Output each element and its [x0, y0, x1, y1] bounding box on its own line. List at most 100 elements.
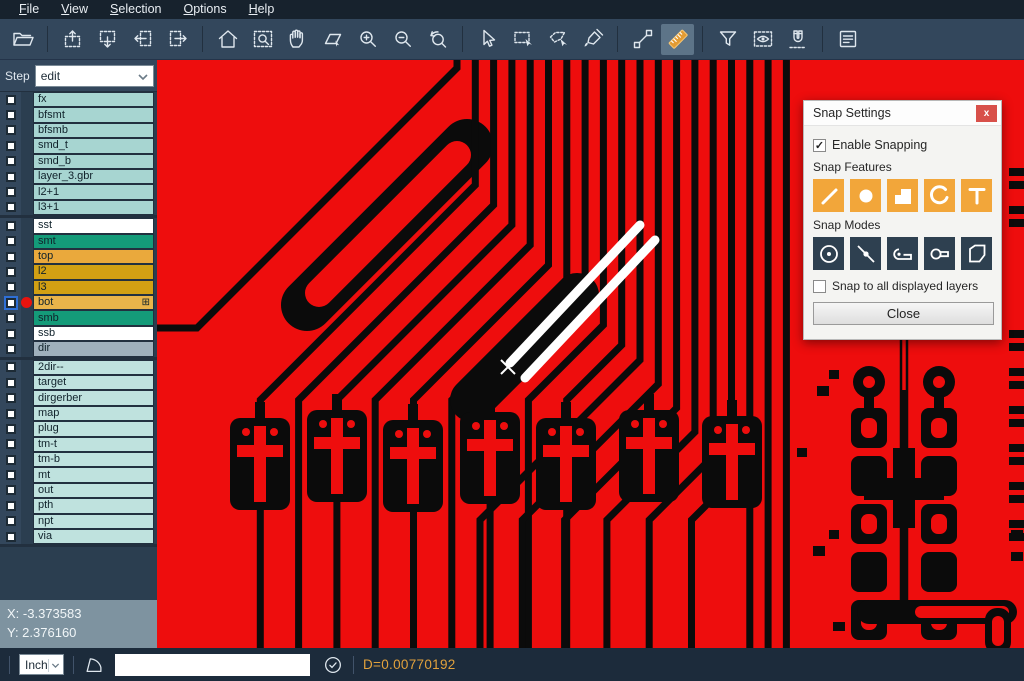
layer-name[interactable]: via ⊞ [33, 529, 154, 544]
layer-name[interactable]: target ⊞ [33, 375, 154, 390]
layer-row[interactable]: npt ⊞ [0, 514, 157, 529]
layer-row[interactable]: dirgerber ⊞ [0, 390, 157, 405]
layer-row[interactable]: target ⊞ [0, 375, 157, 390]
layer-name[interactable]: tm-b ⊞ [33, 452, 154, 467]
report-icon[interactable] [831, 24, 864, 55]
layer-name[interactable]: out ⊞ [33, 483, 154, 498]
layer-row[interactable]: dir ⊞ [0, 341, 157, 356]
open-folder-icon[interactable] [6, 24, 39, 55]
layer-visibility-checkbox[interactable] [6, 110, 16, 120]
select-polygon-icon[interactable] [541, 24, 574, 55]
layer-name[interactable]: smb ⊞ [33, 310, 154, 325]
snap-feature-arc-icon[interactable] [924, 179, 955, 212]
layer-visibility-checkbox[interactable] [6, 455, 16, 465]
layer-name[interactable]: l3 ⊞ [33, 280, 154, 295]
layer-visibility-checkbox[interactable] [6, 267, 16, 277]
layer-visibility-checkbox[interactable] [6, 344, 16, 354]
select-pointer-icon[interactable] [471, 24, 504, 55]
layer-name[interactable]: plug ⊞ [33, 421, 154, 436]
layer-name[interactable]: smd_t ⊞ [33, 138, 154, 153]
layer-visibility-checkbox[interactable] [6, 439, 16, 449]
layer-name[interactable]: fx ⊞ [33, 92, 154, 107]
layer-row[interactable]: smd_t ⊞ [0, 138, 157, 153]
layer-visibility-checkbox[interactable] [6, 409, 16, 419]
layer-name[interactable]: l2+1 ⊞ [33, 184, 154, 199]
layer-name[interactable]: npt ⊞ [33, 514, 154, 529]
pan-right-icon[interactable] [161, 24, 194, 55]
layer-visibility-checkbox[interactable] [6, 393, 16, 403]
zoom-out-icon[interactable] [386, 24, 419, 55]
layer-visibility-checkbox[interactable] [6, 298, 16, 308]
filter-icon[interactable] [711, 24, 744, 55]
layer-name[interactable]: bfsmb ⊞ [33, 123, 154, 138]
layer-name[interactable]: ssb ⊞ [33, 326, 154, 341]
snap-magnet-icon[interactable] [781, 24, 814, 55]
layer-visibility-checkbox[interactable] [6, 313, 16, 323]
layer-visibility-checkbox[interactable] [6, 485, 16, 495]
layer-row[interactable]: layer_3.gbr ⊞ [0, 169, 157, 184]
zoom-previous-icon[interactable] [421, 24, 454, 55]
layer-row[interactable]: bot ⊞ [0, 295, 157, 310]
layer-name[interactable]: bot ⊞ [33, 295, 154, 310]
layer-name[interactable]: 2dir-- ⊞ [33, 360, 154, 375]
layer-row[interactable]: smt ⊞ [0, 234, 157, 249]
step-select[interactable]: edit [35, 65, 154, 87]
layer-row[interactable]: plug ⊞ [0, 421, 157, 436]
zoom-polygon-icon[interactable] [316, 24, 349, 55]
angle-icon[interactable] [83, 654, 105, 676]
layer-row[interactable]: tm-t ⊞ [0, 437, 157, 452]
layer-name[interactable]: l2 ⊞ [33, 264, 154, 279]
layer-visibility-checkbox[interactable] [6, 187, 16, 197]
snap-mode-slot-end-icon[interactable] [887, 237, 918, 270]
command-input[interactable] [115, 654, 310, 676]
layer-name[interactable]: dir ⊞ [33, 341, 154, 356]
layer-name[interactable]: top ⊞ [33, 249, 154, 264]
layer-visibility-checkbox[interactable] [6, 501, 16, 511]
layer-visibility-checkbox[interactable] [6, 329, 16, 339]
layer-row[interactable]: top ⊞ [0, 249, 157, 264]
layer-visibility-checkbox[interactable] [6, 156, 16, 166]
menu-help[interactable]: Help [238, 0, 286, 19]
zoom-window-icon[interactable] [246, 24, 279, 55]
menu-file[interactable]: File [8, 0, 50, 19]
layer-visibility-checkbox[interactable] [6, 516, 16, 526]
layer-row[interactable]: out ⊞ [0, 483, 157, 498]
zoom-in-icon[interactable] [351, 24, 384, 55]
check-circle-icon[interactable] [322, 654, 344, 676]
enable-snapping-checkbox[interactable]: ✓ [813, 139, 826, 152]
snap-feature-line-icon[interactable] [813, 179, 844, 212]
layer-visibility-checkbox[interactable] [6, 470, 16, 480]
layer-name[interactable]: l3+1 ⊞ [33, 200, 154, 215]
brush-select-icon[interactable] [576, 24, 609, 55]
layer-name[interactable]: pth ⊞ [33, 498, 154, 513]
home-view-icon[interactable] [211, 24, 244, 55]
pan-down-icon[interactable] [91, 24, 124, 55]
dialog-close-button[interactable]: Close [813, 302, 994, 325]
pan-up-icon[interactable] [56, 24, 89, 55]
snap-mode-midpoint-icon[interactable] [850, 237, 881, 270]
layer-row[interactable]: smd_b ⊞ [0, 154, 157, 169]
layer-row[interactable]: tm-b ⊞ [0, 452, 157, 467]
measure-line-icon[interactable] [626, 24, 659, 55]
layer-visibility-checkbox[interactable] [6, 221, 16, 231]
layer-row[interactable]: map ⊞ [0, 406, 157, 421]
layer-row[interactable]: pth ⊞ [0, 498, 157, 513]
snap-mode-slot-icon[interactable] [924, 237, 955, 270]
layer-row[interactable]: smb ⊞ [0, 310, 157, 325]
pan-left-icon[interactable] [126, 24, 159, 55]
unit-select[interactable]: Inch [19, 654, 64, 675]
snap-all-layers-checkbox[interactable] [813, 280, 826, 293]
view-options-icon[interactable] [746, 24, 779, 55]
layer-row[interactable]: fx ⊞ [0, 92, 157, 107]
menu-options[interactable]: Options [172, 0, 237, 19]
ruler-icon[interactable] [661, 24, 694, 55]
layer-visibility-checkbox[interactable] [6, 362, 16, 372]
select-rectangle-icon[interactable] [506, 24, 539, 55]
layer-row[interactable]: bfsmt ⊞ [0, 107, 157, 122]
layer-name[interactable]: tm-t ⊞ [33, 437, 154, 452]
layer-visibility-checkbox[interactable] [6, 141, 16, 151]
layer-name[interactable]: smd_b ⊞ [33, 154, 154, 169]
menu-view[interactable]: View [50, 0, 99, 19]
snap-mode-center-icon[interactable] [813, 237, 844, 270]
layer-visibility-checkbox[interactable] [6, 532, 16, 542]
